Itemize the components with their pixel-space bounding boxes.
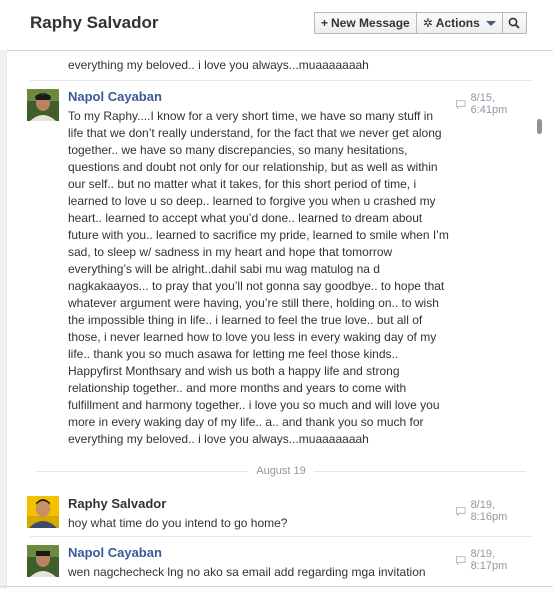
- message-divider: [30, 536, 532, 537]
- date-separator-label: August 19: [256, 465, 306, 477]
- avatar[interactable]: [27, 89, 59, 121]
- message-thread[interactable]: everything my beloved.. i love you alway…: [7, 51, 532, 589]
- plus-icon: +: [321, 16, 329, 30]
- message-body: wen nagchecheck lng no ako sa email add …: [68, 565, 426, 579]
- scrollbar[interactable]: [535, 51, 543, 589]
- conversation-title: Raphy Salvador: [30, 13, 159, 32]
- conversation-toolbar: + New Message ✲ Actions: [314, 12, 527, 34]
- conversation-header: Raphy Salvador + New Message ✲ Actions: [0, 0, 553, 51]
- left-edge: [0, 50, 7, 589]
- message-author[interactable]: Raphy Salvador: [68, 496, 166, 511]
- message-divider: [30, 80, 532, 81]
- composer-border: [0, 586, 553, 587]
- message-author[interactable]: Napol Cayaban: [68, 545, 162, 560]
- search-button[interactable]: [502, 12, 527, 34]
- previous-message-fragment: everything my beloved.. i love you alway…: [68, 58, 369, 72]
- new-message-button[interactable]: + New Message: [314, 12, 417, 34]
- new-message-label: New Message: [331, 16, 410, 30]
- gear-icon: ✲: [422, 16, 433, 30]
- message-body: To my Raphy....I know for a very short t…: [68, 109, 449, 446]
- search-icon: [508, 17, 520, 29]
- date-separator: August 19: [36, 463, 527, 479]
- actions-label: Actions: [435, 16, 480, 30]
- message-body: hoy what time do you intend to go home?: [68, 516, 288, 530]
- actions-button[interactable]: ✲ Actions: [416, 12, 503, 34]
- avatar[interactable]: [27, 545, 59, 577]
- avatar[interactable]: [27, 496, 59, 528]
- scrollbar-thumb[interactable]: [537, 119, 542, 134]
- chevron-down-icon: [485, 20, 496, 26]
- message-author[interactable]: Napol Cayaban: [68, 89, 162, 104]
